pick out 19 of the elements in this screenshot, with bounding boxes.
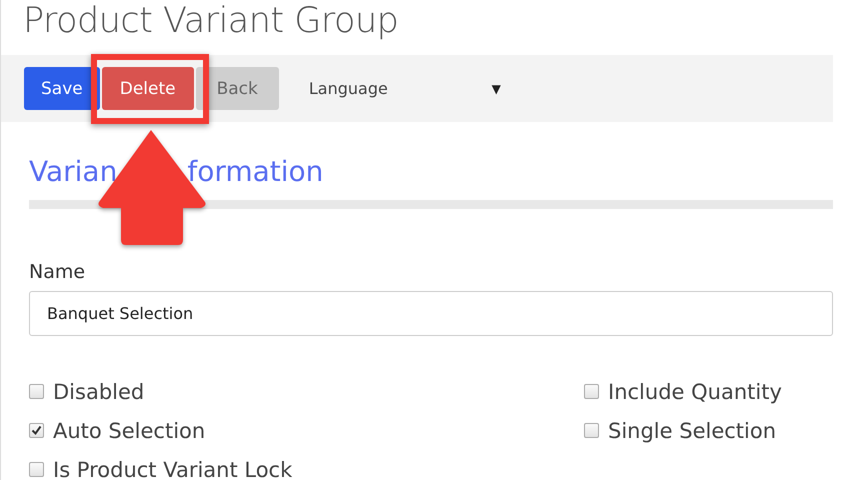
field-label: Name xyxy=(29,261,86,285)
checkbox-label: Is Product Variant Lock xyxy=(53,458,292,480)
checkbox[interactable] xyxy=(29,423,44,438)
back-button[interactable]: Back xyxy=(196,67,279,110)
checkbox-label: Include Quantity xyxy=(608,380,782,404)
section-heading: formation xyxy=(187,155,324,188)
name-field[interactable]: Banquet Selection xyxy=(29,291,833,336)
section-heading: Varian xyxy=(29,155,118,188)
checkbox-label: Disabled xyxy=(53,380,144,404)
checkbox[interactable] xyxy=(29,462,44,477)
page-title: Product Variant Group xyxy=(22,0,400,43)
save-button[interactable]: Save xyxy=(24,67,100,110)
delete-button[interactable]: Delete xyxy=(102,67,194,110)
checkbox-label: Single Selection xyxy=(608,418,776,442)
checkbox[interactable] xyxy=(584,384,599,399)
language-dropdown[interactable]: Language ▼ xyxy=(308,79,501,98)
checkbox[interactable] xyxy=(29,384,44,399)
checkbox-label: Auto Selection xyxy=(53,418,206,442)
checkbox[interactable] xyxy=(584,423,599,438)
